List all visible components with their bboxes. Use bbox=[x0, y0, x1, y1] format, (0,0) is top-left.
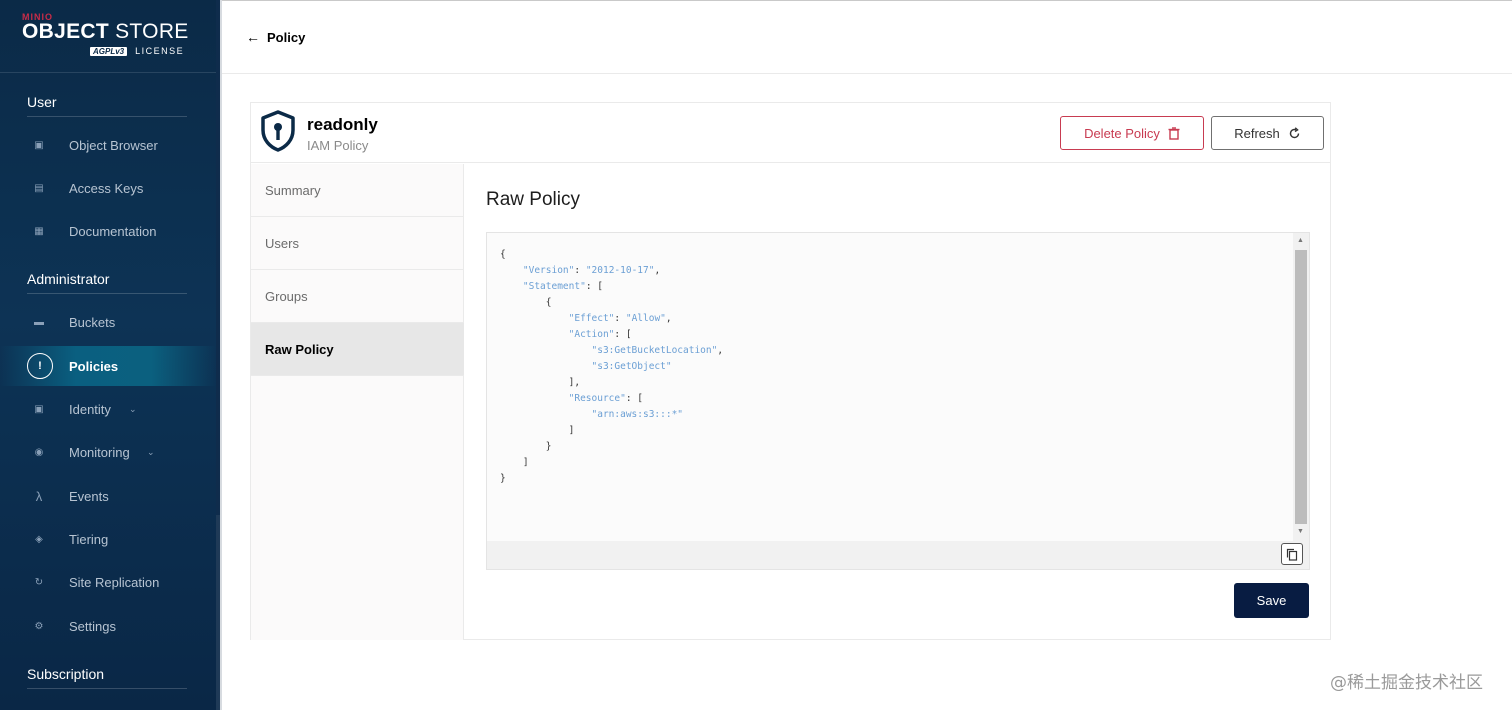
sidebar-item-label: Documentation bbox=[69, 223, 157, 239]
sidebar-item-documentation[interactable]: ▦ Documentation bbox=[0, 211, 216, 251]
policy-tabs: Summary Users Groups Raw Policy bbox=[251, 164, 464, 640]
document-icon: ▦ bbox=[34, 225, 44, 237]
gear-icon: ⚙ bbox=[34, 620, 44, 632]
sidebar-item-label: Buckets bbox=[69, 314, 116, 330]
refresh-label: Refresh bbox=[1234, 125, 1280, 141]
sidebar-item-label: Policies bbox=[69, 358, 119, 374]
section-divider bbox=[27, 688, 187, 689]
monitoring-icon: ◉ bbox=[34, 446, 44, 458]
sidebar-item-site-replication[interactable]: ↻ Site Replication bbox=[0, 562, 216, 602]
delete-policy-button[interactable]: Delete Policy bbox=[1060, 116, 1204, 150]
sidebar-item-label: Object Browser bbox=[69, 137, 158, 153]
back-arrow-icon[interactable]: ← bbox=[246, 29, 260, 45]
lambda-icon: λ bbox=[35, 488, 43, 504]
sidebar-item-label: Events bbox=[69, 488, 109, 504]
sidebar-item-buckets[interactable]: ▬ Buckets bbox=[0, 302, 216, 342]
raw-policy-editor[interactable]: { "Version": "2012-10-17", "Statement": … bbox=[486, 232, 1310, 570]
logo-product: OBJECT STORE bbox=[22, 20, 189, 43]
sidebar-item-access-keys[interactable]: ▤ Access Keys bbox=[0, 168, 216, 208]
sidebar-item-label: Identity bbox=[69, 401, 111, 417]
policy-header: readonly IAM Policy Delete Policy Refres… bbox=[251, 103, 1330, 163]
policy-name: readonly bbox=[307, 115, 378, 134]
delete-policy-label: Delete Policy bbox=[1084, 125, 1160, 141]
key-icon: ▤ bbox=[34, 182, 44, 194]
trash-icon bbox=[1168, 126, 1180, 140]
bucket-icon: ▬ bbox=[34, 316, 44, 328]
replication-icon: ↻ bbox=[34, 576, 44, 588]
tab-raw-policy[interactable]: Raw Policy bbox=[251, 323, 464, 376]
object-browser-icon: ▣ bbox=[34, 139, 44, 151]
content-title: Raw Policy bbox=[486, 189, 580, 210]
policy-card: readonly IAM Policy Delete Policy Refres… bbox=[250, 102, 1331, 640]
save-label: Save bbox=[1256, 593, 1287, 608]
chevron-down-icon[interactable]: ⌄ bbox=[129, 404, 137, 415]
logo-license: AGPLv3 LICENSE bbox=[90, 46, 184, 56]
logo-divider bbox=[0, 72, 216, 73]
sidebar-item-object-browser[interactable]: ▣ Object Browser bbox=[0, 125, 216, 165]
tiering-icon: ◈ bbox=[35, 533, 43, 545]
sidebar-item-label: Access Keys bbox=[69, 180, 144, 196]
sidebar-item-label: Site Replication bbox=[69, 574, 160, 590]
watermark: @稀土掘金技术社区 bbox=[1330, 673, 1483, 693]
scroll-up-icon[interactable]: ▲ bbox=[1297, 237, 1304, 244]
sidebar-item-label: Monitoring bbox=[69, 444, 130, 460]
sidebar-item-identity[interactable]: ▣ Identity ⌄ bbox=[0, 389, 216, 429]
sidebar-edge bbox=[220, 0, 222, 710]
shield-icon bbox=[261, 110, 295, 152]
section-title-administrator: Administrator bbox=[27, 271, 110, 287]
identity-icon: ▣ bbox=[34, 403, 44, 415]
section-divider bbox=[27, 293, 187, 294]
agpl-badge: AGPLv3 bbox=[90, 46, 128, 56]
tab-groups[interactable]: Groups bbox=[251, 270, 464, 323]
refresh-button[interactable]: Refresh bbox=[1211, 116, 1324, 150]
tab-summary[interactable]: Summary bbox=[251, 164, 464, 217]
editor-footer bbox=[487, 541, 1309, 569]
copy-icon bbox=[1286, 548, 1298, 561]
policy-type: IAM Policy bbox=[307, 138, 369, 153]
section-title-subscription: Subscription bbox=[27, 666, 105, 682]
tab-label: Raw Policy bbox=[265, 342, 334, 357]
tab-label: Users bbox=[265, 236, 299, 251]
editor-scrollbar-thumb[interactable] bbox=[1295, 250, 1307, 524]
page-header: ← Policy bbox=[222, 0, 1512, 74]
tab-label: Summary bbox=[265, 183, 321, 198]
sidebar-item-events[interactable]: λ Events bbox=[0, 476, 216, 516]
sidebar-item-policies[interactable]: ! Policies bbox=[0, 346, 216, 386]
tab-users[interactable]: Users bbox=[251, 217, 464, 270]
tab-label: Groups bbox=[265, 289, 308, 304]
refresh-icon bbox=[1289, 126, 1299, 138]
sidebar-item-label: Tiering bbox=[69, 531, 109, 547]
policy-json-code[interactable]: { "Version": "2012-10-17", "Statement": … bbox=[500, 247, 723, 487]
back-link[interactable]: Policy bbox=[267, 30, 305, 45]
copy-button[interactable] bbox=[1281, 543, 1303, 565]
policy-icon: ! bbox=[27, 353, 53, 379]
chevron-down-icon[interactable]: ⌄ bbox=[147, 447, 155, 458]
section-divider bbox=[27, 116, 187, 117]
sidebar: MINIO OBJECT STORE AGPLv3 LICENSE User ▣… bbox=[0, 0, 216, 710]
minio-logo[interactable]: MINIO OBJECT STORE AGPLv3 LICENSE bbox=[22, 12, 192, 62]
section-title-user: User bbox=[27, 94, 57, 110]
sidebar-item-monitoring[interactable]: ◉ Monitoring ⌄ bbox=[0, 432, 216, 472]
sidebar-item-settings[interactable]: ⚙ Settings bbox=[0, 606, 216, 646]
sidebar-item-tiering[interactable]: ◈ Tiering bbox=[0, 519, 216, 559]
license-label: LICENSE bbox=[135, 46, 185, 56]
sidebar-item-label: Settings bbox=[69, 618, 116, 634]
save-button[interactable]: Save bbox=[1234, 583, 1309, 618]
editor-scrollbar[interactable]: ▲ ▼ bbox=[1293, 233, 1309, 541]
scroll-down-icon[interactable]: ▼ bbox=[1297, 528, 1304, 535]
